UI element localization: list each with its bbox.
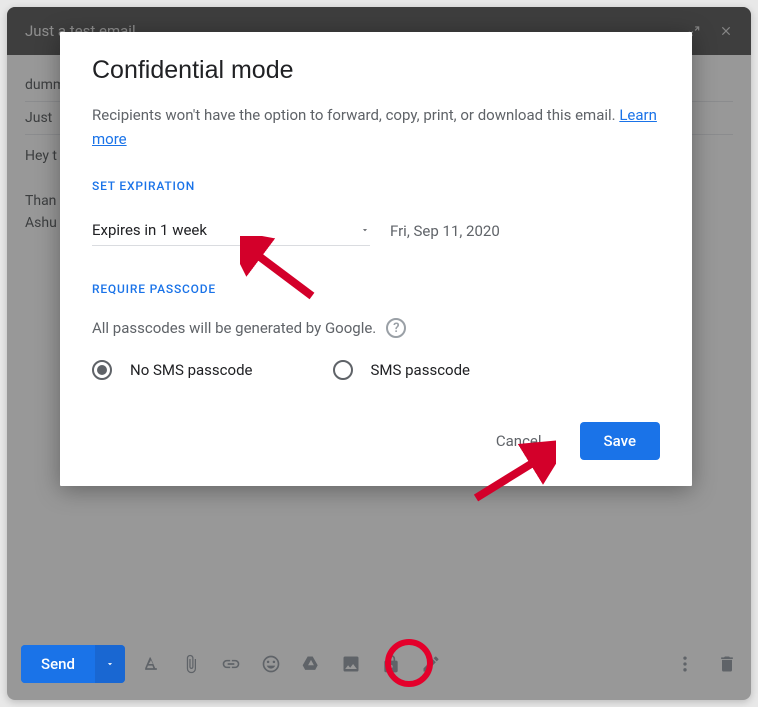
expiration-date: Fri, Sep 11, 2020 [390,222,500,240]
send-dropdown[interactable] [95,645,125,683]
send-button[interactable]: Send [21,645,95,683]
passcode-desc-text: All passcodes will be generated by Googl… [92,319,376,337]
passcode-description: All passcodes will be generated by Googl… [92,318,660,338]
desc-text: Recipients won't have the option to forw… [92,106,619,124]
help-icon[interactable]: ? [386,318,406,338]
compose-toolbar: Send [21,636,737,692]
passcode-options: No SMS passcode SMS passcode [92,360,660,380]
sms-option[interactable]: SMS passcode [333,360,471,380]
send-button-group: Send [21,645,125,683]
expiration-label: SET EXPIRATION [92,179,660,193]
dialog-actions: Cancel Save [92,422,660,460]
no-sms-label: No SMS passcode [130,361,253,379]
confidential-icon[interactable] [381,654,401,674]
cancel-button[interactable]: Cancel [484,424,554,458]
chevron-down-icon [360,225,370,235]
more-icon[interactable] [675,654,695,674]
format-toolbar [141,654,441,674]
dialog-description: Recipients won't have the option to forw… [92,103,660,151]
sms-label: SMS passcode [371,361,471,379]
link-icon[interactable] [221,654,241,674]
confidential-mode-dialog: Confidential mode Recipients won't have … [60,32,692,486]
expiration-row: Expires in 1 week Fri, Sep 11, 2020 [92,215,660,246]
expiration-value: Expires in 1 week [92,221,207,239]
chevron-down-icon [105,659,115,669]
format-icon[interactable] [141,654,161,674]
emoji-icon[interactable] [261,654,281,674]
toolbar-right [675,654,737,674]
radio-unchecked-icon [333,360,353,380]
save-button[interactable]: Save [580,422,660,460]
pen-icon[interactable] [421,654,441,674]
radio-checked-icon [92,360,112,380]
passcode-label: REQUIRE PASSCODE [92,282,660,296]
image-icon[interactable] [341,654,361,674]
attach-icon[interactable] [181,654,201,674]
no-sms-option[interactable]: No SMS passcode [92,360,253,380]
trash-icon[interactable] [717,654,737,674]
drive-icon[interactable] [301,654,321,674]
dialog-title: Confidential mode [92,56,660,85]
expiration-select[interactable]: Expires in 1 week [92,215,370,246]
